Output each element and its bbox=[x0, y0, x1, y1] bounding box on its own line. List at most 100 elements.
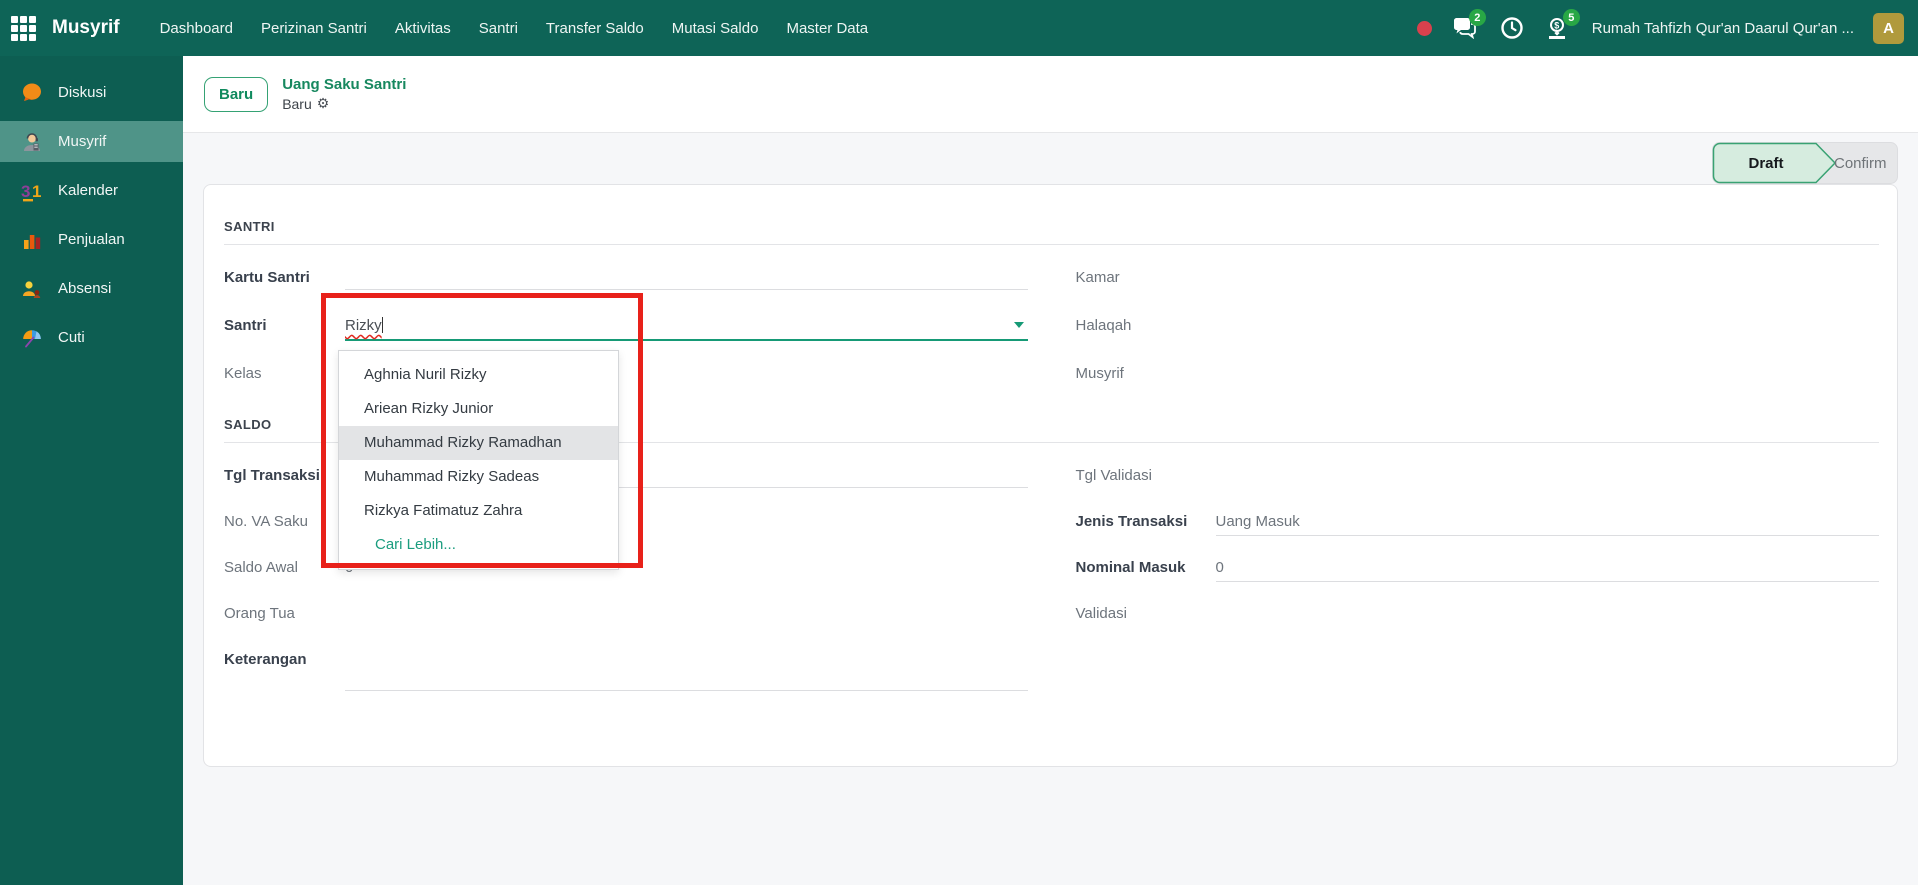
field-musyrif: Musyrif bbox=[1076, 353, 1880, 401]
deposit-badge: 5 bbox=[1563, 9, 1580, 26]
people-icon bbox=[19, 276, 45, 302]
jenis-transaksi-label: Jenis Transaksi bbox=[1076, 501, 1216, 530]
sidebar-item-label: Kalender bbox=[58, 182, 118, 199]
user-avatar[interactable]: A bbox=[1873, 13, 1904, 44]
sidebar-item-penjualan[interactable]: Penjualan bbox=[0, 219, 183, 260]
sidebar-item-label: Absensi bbox=[58, 280, 111, 297]
app-brand[interactable]: Musyrif bbox=[52, 17, 120, 39]
kartu-santri-label: Kartu Santri bbox=[224, 257, 345, 286]
field-kartu-santri: Kartu Santri bbox=[224, 257, 1028, 305]
navbar-menu: Dashboard Perizinan Santri Aktivitas San… bbox=[146, 0, 883, 56]
menu-aktivitas[interactable]: Aktivitas bbox=[381, 0, 465, 56]
form-sheet: SANTRI Kartu Santri Santri Rizky bbox=[203, 184, 1898, 767]
dropdown-option[interactable]: Ariean Rizky Junior bbox=[339, 392, 618, 426]
sidebar-item-label: Musyrif bbox=[58, 133, 106, 150]
recording-dot-icon bbox=[1417, 21, 1432, 36]
control-panel: Baru Uang Saku Santri Baru ⚙ bbox=[183, 56, 1918, 133]
tgl-transaksi-label: Tgl Transaksi bbox=[224, 455, 345, 484]
sidebar-item-label: Diskusi bbox=[58, 84, 106, 101]
sidebar-item-musyrif[interactable]: Musyrif bbox=[0, 121, 183, 162]
dropdown-option-highlighted[interactable]: Muhammad Rizky Ramadhan bbox=[339, 426, 618, 460]
nominal-masuk-label: Nominal Masuk bbox=[1076, 547, 1216, 576]
breadcrumb-record-name: Baru bbox=[282, 96, 312, 112]
keterangan-label: Keterangan bbox=[224, 639, 345, 668]
orang-tua-value bbox=[345, 593, 1028, 626]
calendar-31-icon: 31 bbox=[19, 178, 45, 204]
menu-transfer-saldo[interactable]: Transfer Saldo bbox=[532, 0, 658, 56]
svg-text:$: $ bbox=[1554, 21, 1559, 31]
dropdown-option[interactable]: Aghnia Nuril Rizky bbox=[339, 358, 618, 392]
top-navbar: Musyrif Dashboard Perizinan Santri Aktiv… bbox=[0, 0, 1918, 56]
search-more-link[interactable]: Cari Lebih... bbox=[339, 528, 618, 562]
nominal-masuk-input[interactable]: 0 bbox=[1216, 547, 1880, 582]
messages-badge: 2 bbox=[1469, 9, 1486, 26]
chevron-down-icon[interactable] bbox=[1014, 322, 1024, 328]
app-sidebar: Diskusi Musyrif 31 Kalender Penjualan Ab… bbox=[0, 56, 183, 885]
new-record-button[interactable]: Baru bbox=[204, 77, 268, 112]
halaqah-label: Halaqah bbox=[1076, 305, 1216, 334]
santri-label: Santri bbox=[224, 305, 345, 334]
svg-text:1: 1 bbox=[32, 182, 41, 201]
chat-bubble-icon bbox=[19, 80, 45, 106]
kamar-label: Kamar bbox=[1076, 257, 1216, 286]
saldo-awal-label: Saldo Awal bbox=[224, 547, 345, 576]
breadcrumb: Uang Saku Santri Baru ⚙ bbox=[282, 76, 406, 112]
santri-dropdown: Aghnia Nuril Rizky Ariean Rizky Junior M… bbox=[338, 350, 619, 570]
field-santri: Santri Rizky Aghnia Nuril Rizky Ariean R… bbox=[224, 305, 1028, 353]
umbrella-icon bbox=[19, 325, 45, 351]
sidebar-item-diskusi[interactable]: Diskusi bbox=[0, 72, 183, 113]
santri-autocomplete-input[interactable]: Rizky bbox=[345, 305, 1028, 341]
apps-grid-icon bbox=[11, 16, 36, 41]
field-tgl-validasi: Tgl Validasi bbox=[1076, 455, 1880, 501]
field-orang-tua: Orang Tua bbox=[224, 593, 1028, 639]
gear-icon[interactable]: ⚙ bbox=[317, 95, 330, 112]
statusbar: Draft Confirm bbox=[1712, 142, 1898, 184]
menu-mutasi-saldo[interactable]: Mutasi Saldo bbox=[658, 0, 773, 56]
menu-dashboard[interactable]: Dashboard bbox=[146, 0, 247, 56]
musyrif-value bbox=[1216, 353, 1880, 386]
activities-clock-button[interactable] bbox=[1498, 14, 1526, 42]
messages-button[interactable]: 2 bbox=[1451, 14, 1479, 42]
apps-menu-button[interactable] bbox=[0, 0, 46, 56]
sidebar-item-kalender[interactable]: 31 Kalender bbox=[0, 170, 183, 211]
deposit-button[interactable]: $ 5 bbox=[1545, 14, 1573, 42]
menu-master-data[interactable]: Master Data bbox=[772, 0, 882, 56]
sidebar-item-label: Cuti bbox=[58, 329, 85, 346]
menu-santri[interactable]: Santri bbox=[465, 0, 532, 56]
breadcrumb-model-link[interactable]: Uang Saku Santri bbox=[282, 76, 406, 93]
tgl-validasi-label: Tgl Validasi bbox=[1076, 455, 1216, 484]
bar-chart-icon bbox=[19, 227, 45, 253]
status-step-confirm[interactable]: Confirm bbox=[1834, 142, 1894, 184]
field-kamar: Kamar bbox=[1076, 257, 1880, 305]
kelas-label: Kelas bbox=[224, 353, 345, 382]
musyrif-label: Musyrif bbox=[1076, 353, 1216, 382]
santri-query-text: Rizky bbox=[345, 317, 382, 334]
field-validasi: Validasi bbox=[1076, 593, 1880, 639]
clock-icon bbox=[1500, 16, 1524, 40]
menu-perizinan-santri[interactable]: Perizinan Santri bbox=[247, 0, 381, 56]
status-step-draft[interactable]: Draft bbox=[1712, 142, 1820, 184]
validasi-label: Validasi bbox=[1076, 593, 1216, 622]
company-switcher[interactable]: Rumah Tahfizh Qur'an Daarul Qur'an ... bbox=[1592, 20, 1854, 37]
no-va-saku-label: No. VA Saku bbox=[224, 501, 345, 530]
jenis-transaksi-select[interactable]: Uang Masuk bbox=[1216, 501, 1880, 536]
dropdown-option[interactable]: Muhammad Rizky Sadeas bbox=[339, 460, 618, 494]
sidebar-item-absensi[interactable]: Absensi bbox=[0, 268, 183, 309]
kartu-santri-input[interactable] bbox=[345, 257, 1028, 290]
svg-text:3: 3 bbox=[21, 182, 30, 201]
validasi-value bbox=[1216, 593, 1880, 626]
text-cursor bbox=[382, 317, 383, 333]
dropdown-option[interactable]: Rizkya Fatimatuz Zahra bbox=[339, 494, 618, 528]
field-keterangan: Keterangan bbox=[224, 639, 1028, 691]
field-nominal-masuk: Nominal Masuk 0 bbox=[1076, 547, 1880, 593]
support-person-icon bbox=[19, 129, 45, 155]
halaqah-value bbox=[1216, 305, 1880, 338]
tgl-validasi-value bbox=[1216, 455, 1880, 488]
field-halaqah: Halaqah bbox=[1076, 305, 1880, 353]
kamar-value bbox=[1216, 257, 1880, 290]
section-title-santri: SANTRI bbox=[224, 219, 1879, 245]
sidebar-item-cuti[interactable]: Cuti bbox=[0, 317, 183, 358]
keterangan-textarea[interactable] bbox=[345, 639, 1028, 691]
field-jenis-transaksi: Jenis Transaksi Uang Masuk bbox=[1076, 501, 1880, 547]
systray: 2 $ 5 Rumah Tahfizh Qur'an Daarul Qur'an… bbox=[1417, 13, 1918, 44]
